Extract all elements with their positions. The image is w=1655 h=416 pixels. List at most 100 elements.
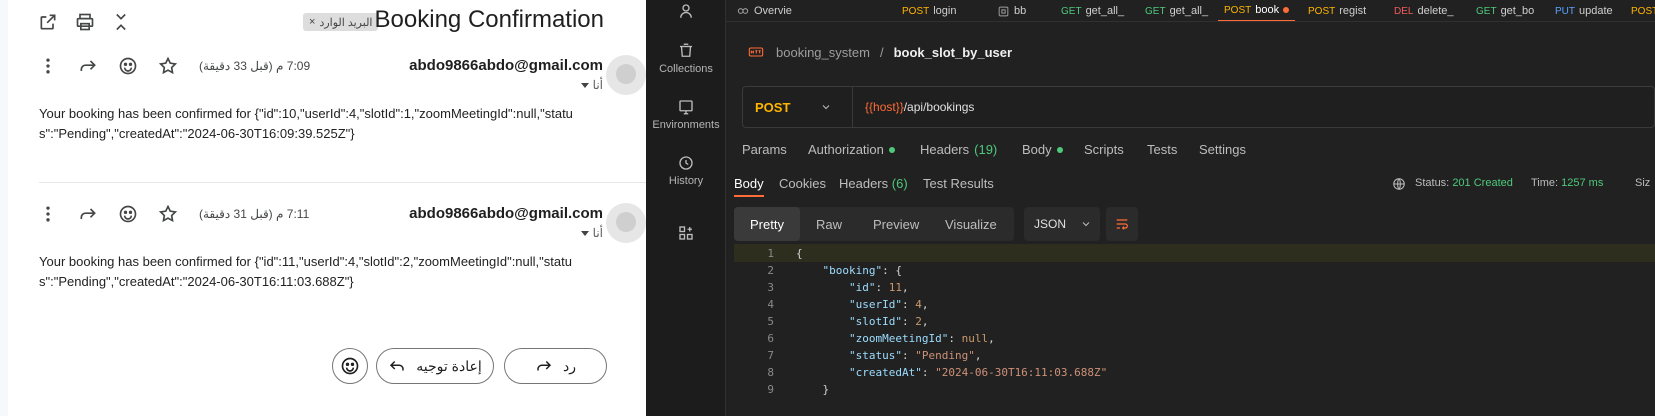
tab-label: Body bbox=[1022, 142, 1052, 157]
smiley-icon bbox=[341, 357, 359, 375]
view-mode-preview[interactable]: Preview bbox=[873, 207, 919, 241]
forward-icon[interactable] bbox=[74, 200, 102, 228]
tab-request[interactable]: bb bbox=[997, 0, 1026, 21]
response-size: Siz bbox=[1635, 177, 1651, 189]
tab-label: Scripts bbox=[1084, 142, 1124, 157]
sender-avatar[interactable] bbox=[606, 203, 646, 243]
tab-params[interactable]: Params bbox=[742, 142, 787, 157]
forward-button-label: إعادة توجيه bbox=[416, 357, 482, 374]
tab-request[interactable]: GET get_all_ bbox=[1145, 0, 1208, 21]
print-icon[interactable] bbox=[71, 8, 99, 36]
line-number: 4 bbox=[767, 297, 774, 311]
collapse-all-icon[interactable] bbox=[107, 8, 135, 36]
time-value: 1257 ms bbox=[1561, 177, 1604, 189]
recipient-label: أنا bbox=[592, 78, 603, 92]
response-tab-cookies[interactable]: Cookies bbox=[779, 176, 826, 191]
code-text: "status": "Pending", bbox=[848, 348, 982, 362]
request-url-bar: POST {{host}} /api/bookings bbox=[742, 86, 1655, 128]
response-body-code[interactable]: 1{2 "booking": {3 "id": 11, 4 "userId": 4… bbox=[734, 244, 1655, 416]
tab-request[interactable]: POST login bbox=[902, 0, 957, 21]
response-tab-test-results[interactable]: Test Results bbox=[923, 176, 994, 191]
view-mode-segmented: Pretty Raw Preview Visualize bbox=[734, 207, 1014, 241]
more-options-icon[interactable] bbox=[34, 52, 62, 80]
tab-request[interactable]: GET get_all_ bbox=[1061, 0, 1125, 21]
method-value: POST bbox=[755, 99, 791, 115]
tab-method: POST bbox=[1631, 5, 1655, 17]
code-line: 5 "slotId": 2, bbox=[734, 312, 1655, 330]
sidebar-item-environments[interactable]: Environments bbox=[646, 98, 726, 131]
code-text: "createdAt": "2024-06-30T16:11:03.688Z" bbox=[848, 365, 1108, 379]
tab-settings[interactable]: Settings bbox=[1199, 142, 1246, 157]
tab-overview[interactable]: Overvie bbox=[736, 0, 792, 21]
tab-request-active[interactable]: POST book bbox=[1218, 0, 1296, 21]
tab-body[interactable]: Body bbox=[1022, 142, 1063, 157]
collections-icon bbox=[680, 43, 692, 57]
forward-icon[interactable] bbox=[74, 52, 102, 80]
view-mode-pretty[interactable]: Pretty bbox=[734, 207, 800, 241]
status-dot bbox=[1056, 146, 1063, 153]
sidebar-item-label: Environments bbox=[652, 119, 720, 131]
open-in-new-window-icon[interactable] bbox=[34, 8, 62, 36]
tab-authorization[interactable]: Authorization bbox=[808, 142, 895, 157]
code-text: "id": 11, bbox=[848, 280, 909, 294]
tab-label: login bbox=[933, 5, 957, 17]
code-line: 4 "userId": 4, bbox=[734, 295, 1655, 313]
sidebar-item-collections[interactable]: Collections bbox=[646, 42, 726, 75]
wrap-lines-icon[interactable] bbox=[1106, 207, 1138, 241]
response-tab-headers[interactable]: Headers (6) bbox=[839, 176, 908, 191]
screen: البريد الوارد × Booking Confirmation abd… bbox=[0, 0, 1655, 416]
tab-request[interactable]: GET get_bo bbox=[1476, 0, 1534, 21]
tab-method: POST bbox=[1224, 4, 1252, 16]
recipient-details-toggle[interactable]: أنا bbox=[580, 78, 603, 92]
sender-email[interactable]: abdo9866abdo@gmail.com bbox=[409, 57, 603, 74]
apps-grid-icon[interactable] bbox=[646, 224, 726, 245]
code-text: "booking": { bbox=[822, 263, 902, 277]
flow-icon bbox=[998, 6, 1009, 16]
view-mode-raw[interactable]: Raw bbox=[816, 207, 842, 241]
add-reaction-icon[interactable] bbox=[114, 200, 142, 228]
sender-avatar[interactable] bbox=[606, 55, 646, 95]
tab-tests[interactable]: Tests bbox=[1147, 142, 1177, 157]
response-tab-body[interactable]: Body bbox=[734, 176, 764, 197]
response-view-toolbar: Pretty Raw Preview Visualize JSON bbox=[734, 207, 1655, 241]
method-select[interactable]: POST bbox=[743, 87, 853, 127]
more-options-icon[interactable] bbox=[34, 200, 62, 228]
user-icon[interactable] bbox=[646, 2, 726, 23]
breadcrumb-request[interactable]: book_slot_by_user bbox=[894, 45, 1013, 60]
sender-email[interactable]: abdo9866abdo@gmail.com bbox=[409, 205, 603, 222]
tab-request[interactable]: POST creat bbox=[1631, 0, 1655, 21]
tab-label: book bbox=[1255, 4, 1280, 16]
inbox-label-chip[interactable]: البريد الوارد × bbox=[303, 13, 379, 31]
recipient-details-toggle[interactable]: أنا bbox=[580, 226, 603, 240]
tab-headers[interactable]: Headers (19) bbox=[920, 142, 997, 157]
add-reaction-icon[interactable] bbox=[114, 52, 142, 80]
view-mode-visualize[interactable]: Visualize bbox=[945, 207, 997, 241]
forward-button[interactable]: إعادة توجيه bbox=[376, 348, 494, 384]
globe-icon[interactable] bbox=[1392, 177, 1406, 194]
format-select[interactable]: JSON bbox=[1024, 207, 1100, 241]
sidebar-item-history[interactable]: History bbox=[646, 154, 726, 187]
tab-scripts[interactable]: Scripts bbox=[1084, 142, 1124, 157]
breadcrumb-collection[interactable]: booking_system bbox=[776, 45, 870, 60]
code-line: 3 "id": 11, bbox=[734, 278, 1655, 296]
remove-label-icon[interactable]: × bbox=[309, 16, 315, 28]
environments-icon bbox=[679, 100, 693, 115]
star-icon[interactable] bbox=[154, 200, 182, 228]
code-text: { bbox=[796, 246, 803, 260]
line-number: 6 bbox=[767, 331, 774, 345]
tab-label: Params bbox=[742, 142, 787, 157]
emoji-reaction-button[interactable] bbox=[332, 348, 368, 384]
tab-request[interactable]: DEL delete_ bbox=[1394, 0, 1454, 21]
tab-label: get_all_ bbox=[1085, 5, 1125, 17]
message-time: 7:11 م (قبل 31 دقيقة) bbox=[199, 207, 310, 221]
line-number: 2 bbox=[767, 263, 774, 277]
code-text: "zoomMeetingId": null, bbox=[848, 331, 995, 345]
reply-button[interactable]: رد bbox=[504, 348, 607, 384]
url-input[interactable]: {{host}} /api/bookings bbox=[865, 87, 974, 127]
tab-request[interactable]: POST regist bbox=[1308, 0, 1366, 21]
postman-pane: Collections Environments History Overvie… bbox=[646, 0, 1655, 416]
tab-request[interactable]: PUT update bbox=[1555, 0, 1613, 21]
line-number: 9 bbox=[767, 382, 774, 396]
star-icon[interactable] bbox=[154, 52, 182, 80]
code-line: 1{ bbox=[734, 244, 1655, 262]
